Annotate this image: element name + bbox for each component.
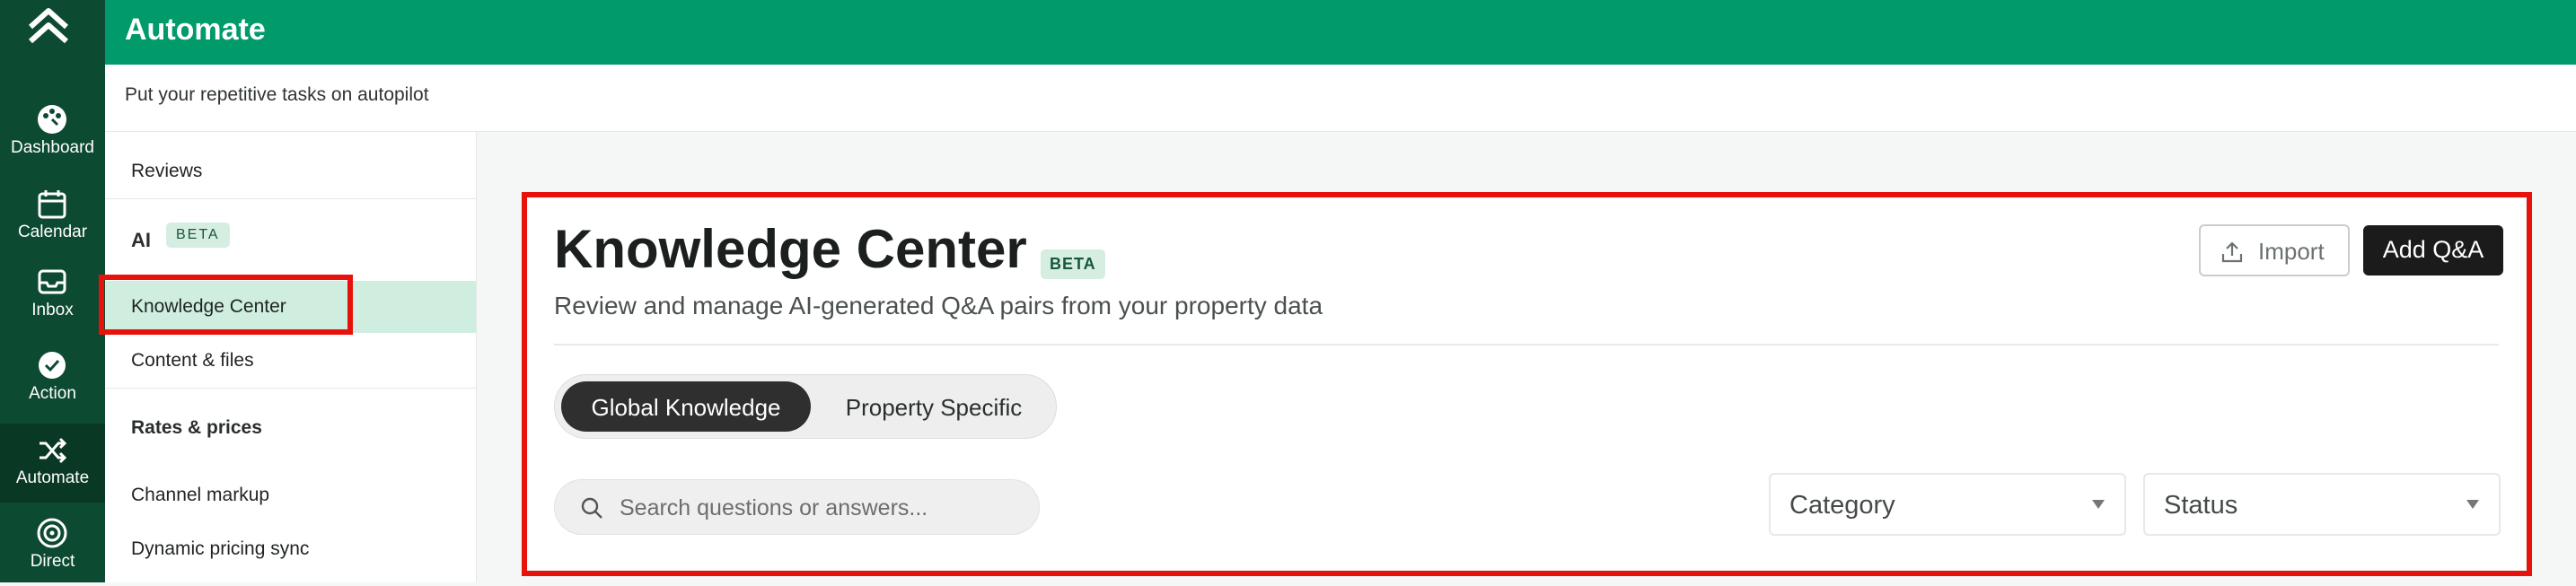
page-description: Review and manage AI-generated Q&A pairs…: [554, 292, 1323, 319]
nav-direct[interactable]: Direct: [0, 507, 105, 586]
status-select[interactable]: Status: [2143, 473, 2501, 536]
shuffle-icon: [40, 437, 67, 464]
calendar-icon: [38, 190, 66, 219]
palette-icon: [38, 105, 66, 134]
tab-label: Property Specific: [845, 394, 1023, 421]
nav-automate-label: Automate: [15, 468, 90, 487]
secondary-sidebar: Reviews AI BETA Knowledge Center Content…: [105, 132, 477, 582]
search-icon: [581, 497, 602, 519]
app-title: Automate: [125, 13, 266, 47]
chevron-down-icon: [2466, 500, 2479, 509]
nav-rail: Dashboard Calendar Inbox Action Automate…: [0, 0, 105, 582]
status-select-value: Status: [2164, 491, 2238, 520]
nav-dashboard-label: Dashboard: [11, 138, 94, 157]
page-title: Knowledge Center: [554, 219, 1027, 279]
target-icon: [37, 518, 67, 548]
nav-automate[interactable]: Automate: [0, 424, 105, 503]
check-circle-icon: [39, 352, 66, 379]
page-subheader: Put your repetitive tasks on autopilot: [105, 65, 2576, 132]
tab-global-knowledge[interactable]: Global Knowledge: [561, 381, 811, 432]
sidebar-item-knowledge-center[interactable]: Knowledge Center: [105, 281, 476, 333]
import-button[interactable]: Import: [2199, 224, 2350, 276]
nav-inbox-label: Inbox: [31, 301, 74, 319]
sidebar-item-label: Reviews: [131, 161, 203, 181]
nav-action[interactable]: Action: [0, 339, 105, 418]
page-tagline: Put your repetitive tasks on autopilot: [125, 84, 429, 105]
nav-action-label: Action: [29, 384, 76, 403]
sidebar-item-channel-markup[interactable]: Channel markup: [105, 469, 476, 521]
category-select[interactable]: Category: [1769, 473, 2126, 536]
tab-property-specific[interactable]: Property Specific: [815, 381, 1052, 432]
sidebar-item-dynamic-pricing-sync[interactable]: Dynamic pricing sync: [105, 523, 476, 575]
nav-dashboard[interactable]: Dashboard: [0, 93, 105, 172]
header-divider: [554, 344, 2499, 345]
import-button-label: Import: [2258, 238, 2325, 265]
knowledge-scope-toggle: Global Knowledge Property Specific: [554, 374, 1057, 439]
chevron-down-icon: [2092, 500, 2105, 509]
sidebar-item-label: Content & files: [131, 350, 254, 371]
nav-direct-label: Direct: [30, 552, 75, 571]
search-input[interactable]: [618, 491, 1016, 525]
inbox-icon: [38, 269, 66, 294]
nav-inbox[interactable]: Inbox: [0, 256, 105, 335]
nav-calendar-label: Calendar: [17, 223, 88, 241]
chevrons-up-logo-icon[interactable]: [23, 5, 74, 52]
sidebar-section-rates: Rates & prices: [105, 402, 476, 454]
sidebar-item-label: Channel markup: [131, 485, 270, 505]
beta-badge: BETA: [1041, 249, 1105, 279]
sidebar-divider: [105, 388, 476, 389]
sidebar-section-ai: AI: [131, 229, 151, 251]
sidebar-divider: [105, 198, 476, 199]
sidebar-item-reviews[interactable]: Reviews: [105, 145, 476, 197]
add-qa-button[interactable]: Add Q&A: [2363, 225, 2503, 276]
tab-label: Global Knowledge: [591, 394, 781, 421]
sidebar-section-label: Rates & prices: [131, 417, 262, 438]
upload-icon: [2221, 241, 2243, 263]
beta-badge: BETA: [166, 223, 230, 248]
app-header: Automate: [105, 0, 2576, 65]
category-select-value: Category: [1789, 491, 1895, 520]
sidebar-item-label: Dynamic pricing sync: [131, 538, 310, 559]
knowledge-center-panel: Knowledge Center BETA Review and manage …: [528, 198, 2526, 570]
nav-calendar[interactable]: Calendar: [0, 178, 105, 257]
sidebar-item-label: Knowledge Center: [131, 296, 286, 317]
add-qa-button-label: Add Q&A: [2382, 236, 2484, 263]
sidebar-item-content-files[interactable]: Content & files: [105, 335, 476, 387]
search-box: [554, 479, 1040, 535]
